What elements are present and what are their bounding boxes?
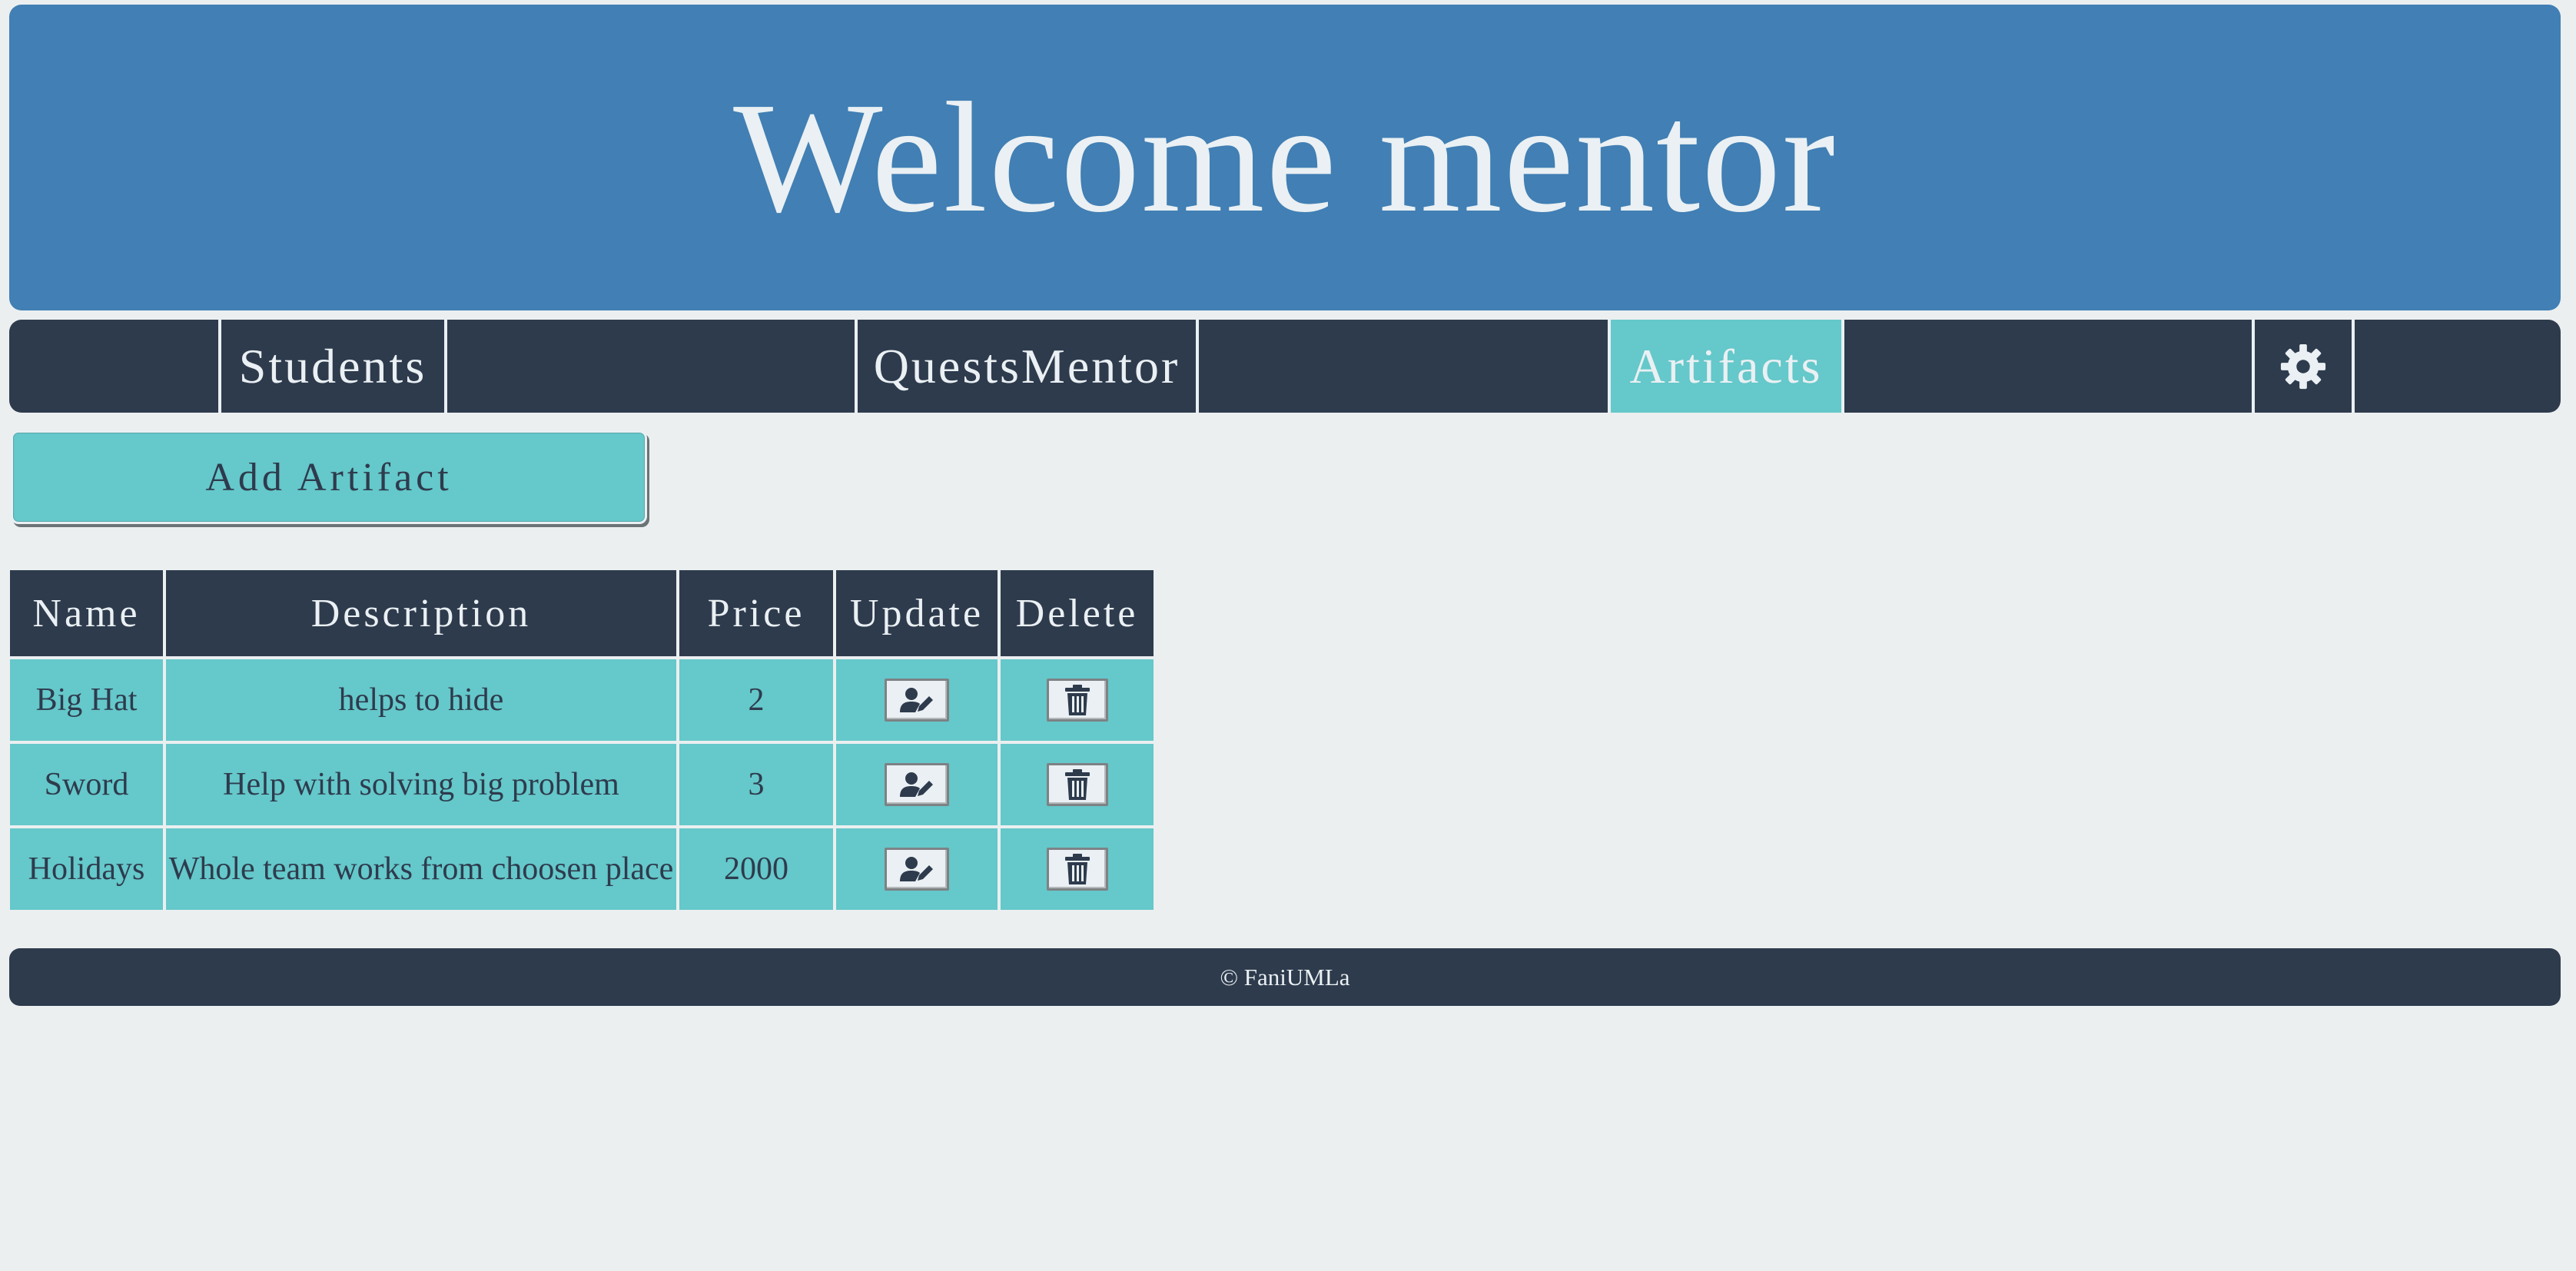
cell-description: Help with solving big problem <box>166 744 676 825</box>
gear-icon <box>2280 343 2326 389</box>
update-button[interactable] <box>885 679 949 722</box>
cell-name: Big Hat <box>10 659 163 741</box>
cell-description: helps to hide <box>166 659 676 741</box>
cell-update <box>836 744 998 825</box>
page-footer: © FaniUMLa <box>9 948 2561 1006</box>
column-header-name: Name <box>10 570 163 656</box>
page-header: Welcome mentor <box>9 5 2561 310</box>
nav-item-quests-mentor[interactable]: QuestsMentor <box>855 320 1199 413</box>
column-header-description: Description <box>166 570 676 656</box>
delete-button[interactable] <box>1046 848 1108 891</box>
user-edit-icon <box>900 772 933 797</box>
cell-description: Whole team works from choosen place <box>166 828 676 910</box>
main-nav: Students QuestsMentor Artifacts <box>9 320 2561 413</box>
nav-item-artifacts[interactable]: Artifacts <box>1608 320 1844 413</box>
table-row: Sword Help with solving big problem 3 <box>10 744 1154 825</box>
artifacts-table: Name Description Price Update Delete Big… <box>7 567 1157 913</box>
column-header-delete: Delete <box>1001 570 1154 656</box>
footer-copyright: © FaniUMLa <box>1220 963 1350 991</box>
trash-icon <box>1064 685 1090 715</box>
delete-button[interactable] <box>1046 763 1108 806</box>
table-row: Holidays Whole team works from choosen p… <box>10 828 1154 910</box>
column-header-update: Update <box>836 570 998 656</box>
cell-price: 3 <box>679 744 833 825</box>
update-button[interactable] <box>885 848 949 891</box>
cell-delete <box>1001 659 1154 741</box>
cell-name: Sword <box>10 744 163 825</box>
cell-price: 2 <box>679 659 833 741</box>
user-edit-icon <box>900 688 933 712</box>
cell-delete <box>1001 828 1154 910</box>
nav-item-settings[interactable] <box>2252 320 2355 413</box>
cell-update <box>836 828 998 910</box>
cell-price: 2000 <box>679 828 833 910</box>
trash-icon <box>1064 854 1090 884</box>
cell-update <box>836 659 998 741</box>
update-button[interactable] <box>885 763 949 806</box>
user-edit-icon <box>900 857 933 881</box>
trash-icon <box>1064 769 1090 800</box>
column-header-price: Price <box>679 570 833 656</box>
table-row: Big Hat helps to hide 2 <box>10 659 1154 741</box>
delete-button[interactable] <box>1046 679 1108 722</box>
nav-item-students[interactable]: Students <box>218 320 447 413</box>
cell-name: Holidays <box>10 828 163 910</box>
page-title: Welcome mentor <box>733 69 1837 245</box>
add-artifact-button[interactable]: Add Artifact <box>11 430 647 524</box>
cell-delete <box>1001 744 1154 825</box>
table-header-row: Name Description Price Update Delete <box>10 570 1154 656</box>
